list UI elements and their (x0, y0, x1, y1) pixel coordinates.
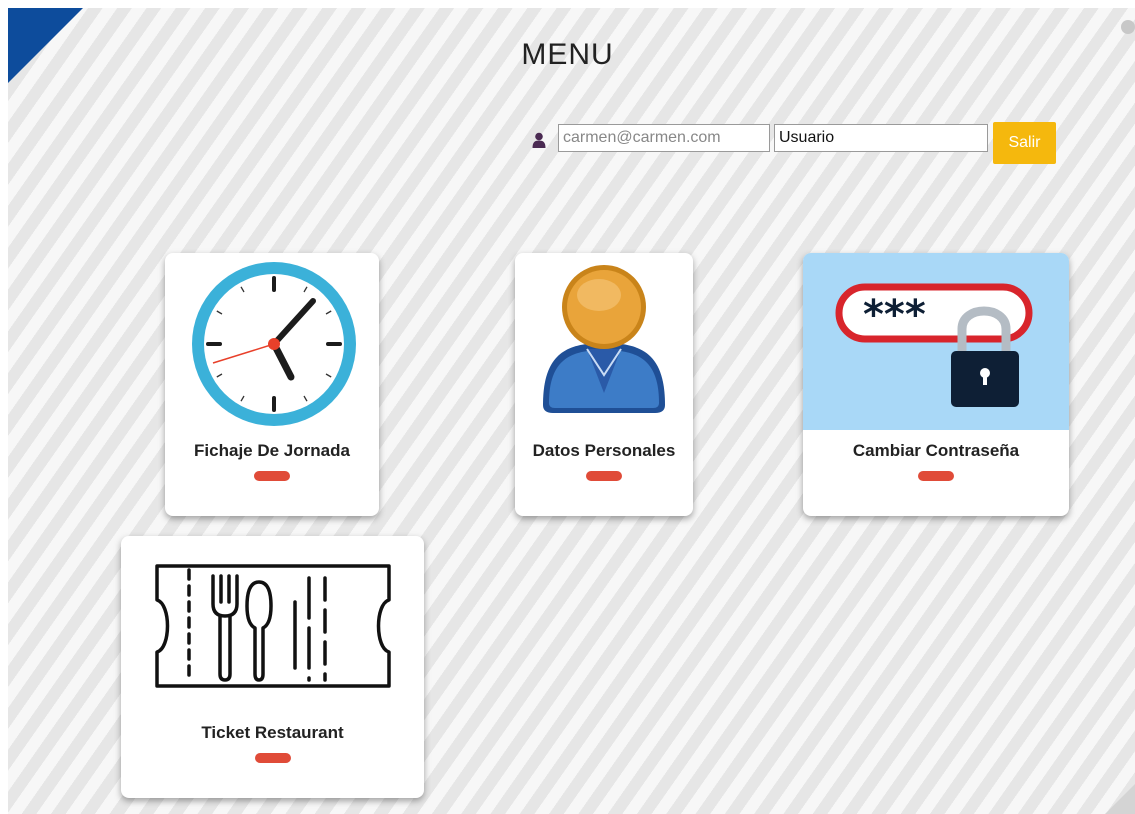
card-label: Cambiar Contraseña (852, 441, 1020, 460)
card-label: Ticket Restaurant (201, 723, 344, 742)
logout-button[interactable]: Salir (993, 122, 1056, 164)
card-indicator (254, 753, 291, 763)
corner-shade (1105, 784, 1135, 814)
password-asterisks: *** (863, 292, 926, 338)
role-field[interactable] (774, 124, 988, 152)
card-fichaje-de-jornada[interactable]: Fichaje De Jornada (165, 253, 379, 516)
page-title: MENU (521, 38, 614, 71)
email-field[interactable] (558, 124, 770, 152)
person-icon (543, 265, 665, 413)
card-indicator (918, 471, 954, 481)
card-indicator (254, 471, 290, 481)
card-datos-personales[interactable]: Datos Personales (515, 253, 693, 516)
card-indicator (586, 471, 622, 481)
scroll-indicator[interactable] (1121, 20, 1135, 34)
card-cambiar-contrasena[interactable]: *** Cambiar Contraseña (803, 253, 1069, 516)
user-icon (532, 132, 546, 148)
card-ticket-restaurant[interactable]: Ticket Restaurant (121, 536, 424, 798)
clock-icon (192, 262, 356, 426)
card-label: Fichaje De Jornada (194, 441, 350, 460)
card-label: Datos Personales (532, 441, 676, 460)
password-lock-icon: *** (803, 253, 1069, 430)
meal-ticket-icon (155, 564, 391, 688)
